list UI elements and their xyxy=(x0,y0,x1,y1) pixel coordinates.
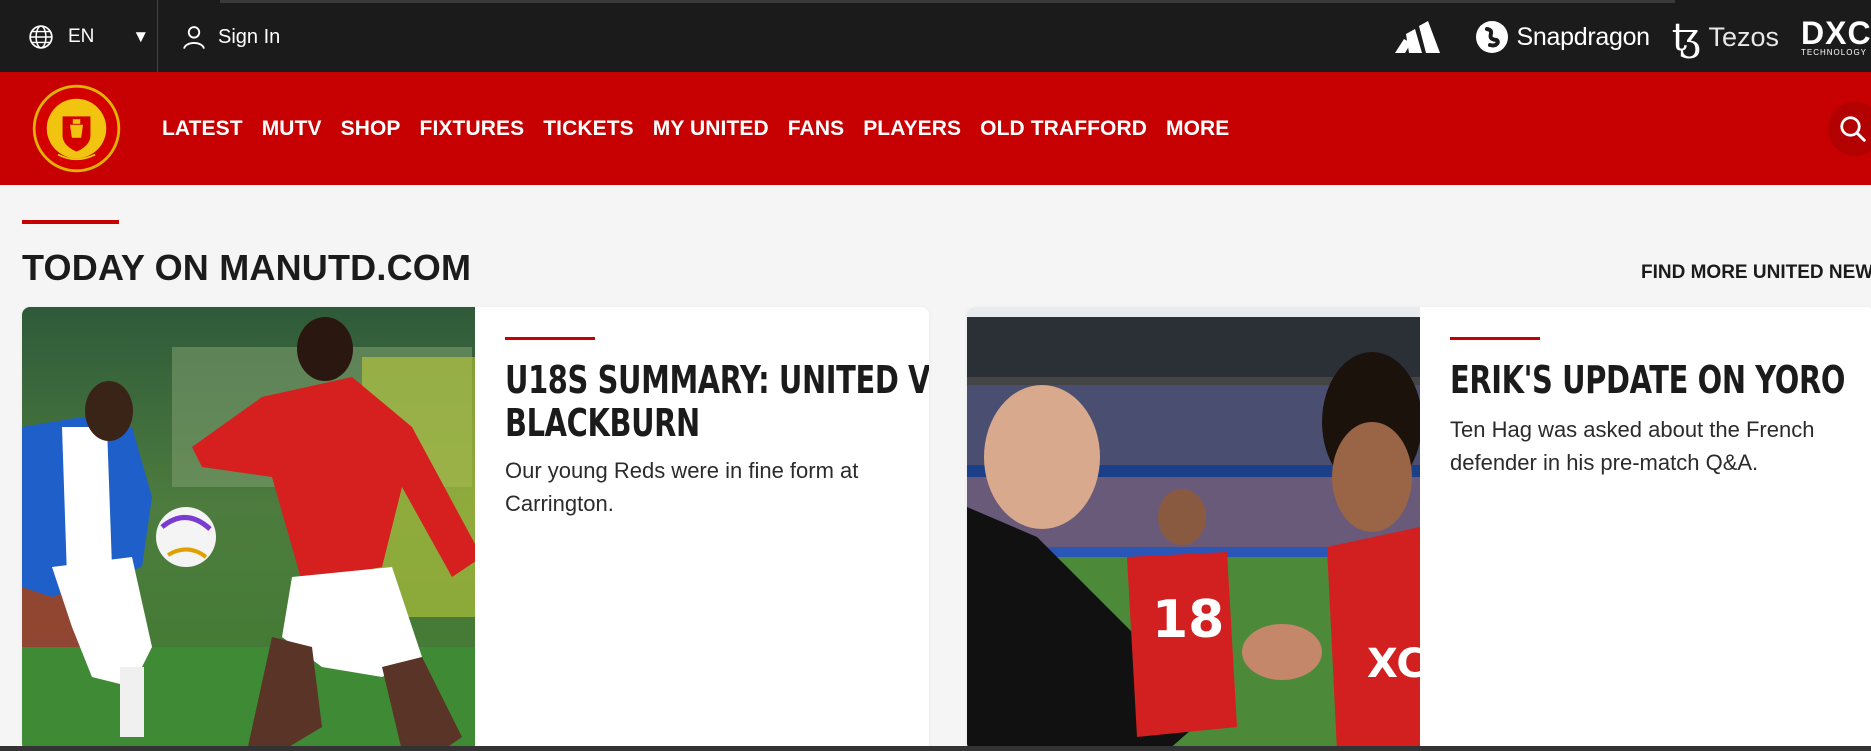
news-card-title[interactable]: U18S SUMMARY: UNITED V BLACKBURN xyxy=(505,359,929,445)
language-selector[interactable]: EN ▼ xyxy=(28,22,149,52)
news-card[interactable]: 18 XC ERIK'S UPDATE ON YORO Ten Hag was … xyxy=(967,307,1871,751)
divider xyxy=(157,0,158,72)
nav-more[interactable]: MORE xyxy=(1166,117,1229,141)
dxc-subtitle: TECHNOLOGY xyxy=(1801,47,1868,57)
news-card-summary: Our young Reds were in fine form at Carr… xyxy=(505,458,859,516)
nav-my-united[interactable]: MY UNITED xyxy=(653,117,769,141)
globe-icon xyxy=(29,25,53,49)
news-card-title[interactable]: ERIK'S UPDATE ON YORO xyxy=(1450,359,1871,402)
nav-fixtures[interactable]: FIXTURES xyxy=(420,117,525,141)
svg-text:XC: XC xyxy=(1367,641,1420,687)
language-code: EN xyxy=(68,26,95,47)
nav-latest[interactable]: LATEST xyxy=(162,117,243,141)
nav-tickets[interactable]: TICKETS xyxy=(543,117,634,141)
card-accent-rule xyxy=(505,337,595,340)
search-icon xyxy=(1840,116,1866,142)
section-accent-rule xyxy=(22,220,119,224)
nav-old-trafford[interactable]: OLD TRAFFORD xyxy=(980,117,1147,141)
adidas-sponsor[interactable] xyxy=(1393,17,1453,57)
sign-in-link[interactable]: Sign In xyxy=(180,22,280,52)
tezos-logo: ꜩ xyxy=(1671,15,1701,59)
club-crest[interactable] xyxy=(30,82,123,175)
dxc-sponsor[interactable]: DXC TECHNOLOGY xyxy=(1801,18,1871,57)
snapdragon-wordmark: Snapdragon xyxy=(1516,22,1651,51)
news-card-image: 18 XC xyxy=(967,307,1420,751)
nav-shop[interactable]: SHOP xyxy=(341,117,401,141)
search-button[interactable] xyxy=(1828,102,1871,156)
section-title: TODAY ON MANUTD.COM xyxy=(22,247,472,288)
adidas-logo xyxy=(1394,21,1440,53)
news-card-image xyxy=(22,307,475,751)
chevron-down-icon: ▼ xyxy=(132,27,150,46)
card-accent-rule xyxy=(1450,337,1540,340)
snapdragon-logo xyxy=(1475,21,1508,53)
snapdragon-sponsor[interactable]: Snapdragon xyxy=(1475,20,1650,54)
news-card[interactable]: U18S SUMMARY: UNITED V BLACKBURN Our you… xyxy=(22,307,929,751)
person-icon xyxy=(183,26,205,50)
svg-text:18: 18 xyxy=(1152,590,1224,650)
nav-fans[interactable]: FANS xyxy=(788,117,844,141)
bottom-edge xyxy=(0,746,1871,751)
tezos-sponsor[interactable]: ꜩ Tezos xyxy=(1672,18,1779,56)
dxc-logo: DXC xyxy=(1801,17,1871,51)
find-more-news-link[interactable]: FIND MORE UNITED NEWS xyxy=(1641,262,1871,284)
sign-in-label: Sign In xyxy=(218,25,281,48)
utility-bar: EN ▼ Sign In Snapdragon ꜩ Tezos DXC TECH… xyxy=(0,0,1871,72)
tezos-wordmark: Tezos xyxy=(1708,21,1779,52)
nav-links: LATEST MUTV SHOP FIXTURES TICKETS MY UNI… xyxy=(162,72,1248,185)
nav-mutv[interactable]: MUTV xyxy=(262,117,322,141)
news-card-summary: Ten Hag was asked about the French defen… xyxy=(1450,417,1815,475)
top-accent-line xyxy=(220,0,1675,3)
main-navigation: LATEST MUTV SHOP FIXTURES TICKETS MY UNI… xyxy=(0,72,1871,185)
nav-players[interactable]: PLAYERS xyxy=(863,117,961,141)
sponsor-logos: Snapdragon ꜩ Tezos DXC TECHNOLOGY xyxy=(1393,14,1871,60)
